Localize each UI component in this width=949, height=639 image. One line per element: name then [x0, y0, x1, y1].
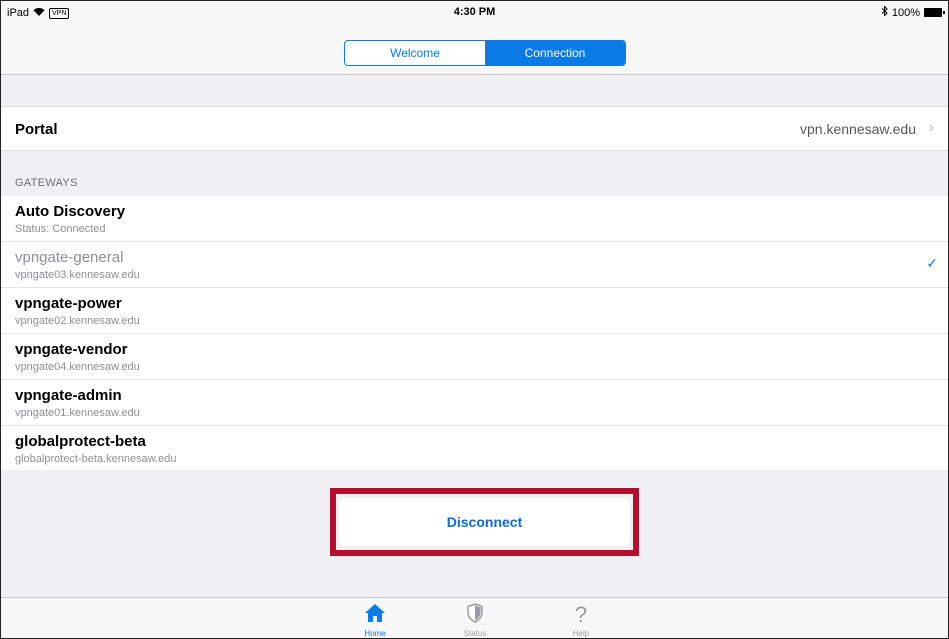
portal-label: Portal — [15, 121, 58, 138]
gateway-row-auto-discovery[interactable]: Auto Discovery Status: Connected — [1, 196, 948, 242]
nav-bar: Welcome Connection — [1, 37, 948, 75]
gateway-name: vpngate-vendor — [15, 341, 128, 358]
segmented-control: Welcome Connection — [344, 40, 626, 66]
tab-welcome[interactable]: Welcome — [345, 41, 485, 65]
gateway-name: vpngate-general — [15, 249, 124, 266]
tab-connection[interactable]: Connection — [485, 41, 625, 65]
gateway-name: vpngate-admin — [15, 387, 122, 404]
checkmark-icon: ✓ — [926, 255, 938, 271]
gateway-host: vpngate01.kennesaw.edu — [15, 407, 140, 419]
tab-status-label: Status — [463, 629, 487, 638]
tab-bar: Home Status ? Help — [1, 597, 948, 639]
battery-percent: 100% — [891, 6, 920, 19]
app-window: iPad VPN 4:30 PM 100% Welcome Connection… — [0, 0, 949, 639]
tab-help[interactable]: ? Help — [551, 602, 611, 639]
battery-icon — [924, 8, 945, 17]
gateway-row-vpngate-power[interactable]: vpngate-power vpngate02.kennesaw.edu — [1, 288, 948, 334]
gateway-host: globalprotect-beta.kennesaw.edu — [15, 453, 177, 465]
gateway-row-vpngate-vendor[interactable]: vpngate-vendor vpngate04.kennesaw.edu — [1, 334, 948, 380]
tab-help-label: Help — [572, 629, 590, 638]
tab-status[interactable]: Status — [445, 603, 505, 638]
shield-icon — [445, 603, 505, 627]
home-icon — [345, 603, 405, 627]
tab-home[interactable]: Home — [345, 603, 405, 638]
gateway-host: vpngate04.kennesaw.edu — [15, 361, 140, 373]
gateway-row-globalprotect-beta[interactable]: globalprotect-beta globalprotect-beta.ke… — [1, 426, 948, 470]
gateway-row-vpngate-general[interactable]: vpngate-general vpngate03.kennesaw.edu ✓ — [1, 242, 948, 288]
gateway-host: vpngate02.kennesaw.edu — [15, 315, 140, 327]
gateway-list: Auto Discovery Status: Connected vpngate… — [1, 196, 948, 470]
gateway-name: globalprotect-beta — [15, 433, 146, 450]
gateway-host: vpngate03.kennesaw.edu — [15, 269, 140, 281]
help-icon: ? — [574, 602, 588, 627]
chevron-right-icon: › — [928, 119, 934, 136]
bluetooth-icon — [881, 5, 888, 19]
status-time: 4:30 PM — [453, 6, 496, 18]
gateway-name: Auto Discovery — [15, 203, 126, 220]
gateways-header: GATEWAYS — [15, 177, 78, 189]
gateway-status: Status: Connected — [15, 223, 106, 235]
portal-row[interactable]: Portal vpn.kennesaw.edu › — [1, 106, 948, 151]
gateway-name: vpngate-power — [15, 295, 122, 312]
status-right: 100% — [881, 5, 945, 19]
disconnect-button[interactable]: Disconnect — [339, 498, 630, 546]
portal-value: vpn.kennesaw.edu — [800, 121, 916, 137]
tab-home-label: Home — [364, 629, 386, 638]
gateway-row-vpngate-admin[interactable]: vpngate-admin vpngate01.kennesaw.edu — [1, 380, 948, 426]
status-bar: iPad VPN 4:30 PM 100% — [1, 1, 948, 37]
